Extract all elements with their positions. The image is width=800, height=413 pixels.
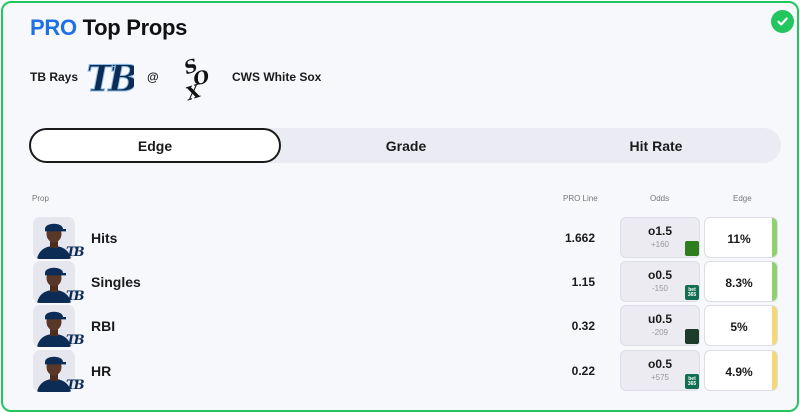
prop-name: HR [91,363,112,379]
prop-row[interactable]: TB RBI 0.32 u0.5 -209 5% [3,305,797,349]
odds-button[interactable]: u0.5 -209 [620,305,700,346]
edge-indicator [772,306,777,345]
prop-row[interactable]: TB Hits 1.662 o1.5 +160 11% [3,217,797,261]
edge-cell: 11% [704,217,778,258]
odds-button[interactable]: o0.5 -150 bet 365 [620,261,700,302]
pro-line-value: 1.662 [564,231,595,245]
odds-line: o0.5 [647,268,672,282]
team-badge-icon: TB [66,289,85,304]
check-icon [771,10,794,33]
draftkings-icon [685,241,699,256]
prop-row[interactable]: TB Singles 1.15 o0.5 -150 bet 365 8.3% [3,261,797,305]
team-badge-icon: TB [66,245,85,260]
edge-value: 8.3% [725,276,753,290]
props-card: PRO Top Props TB Rays TB @ S O X CWS Whi… [1,1,799,412]
header-edge: Edge [733,194,752,203]
team-badge-icon: TB [66,378,85,393]
home-team-name: CWS White Sox [232,70,322,84]
prop-name: Singles [91,274,141,290]
prop-name: Hits [91,230,118,246]
title-pro: PRO [30,15,77,40]
tab-hit-rate[interactable]: Hit Rate [531,128,781,163]
header-prop: Prop [32,194,49,203]
odds-button[interactable]: o1.5 +160 [620,217,700,258]
team-badge-icon: TB [66,333,85,348]
edge-cell: 5% [704,305,778,346]
edge-indicator [772,218,777,257]
edge-cell: 4.9% [704,350,778,391]
header-pro-line: PRO Line [563,194,598,203]
matchup-separator: @ [147,70,159,84]
edge-indicator [772,351,777,390]
bet365-icon: bet 365 [685,285,699,300]
tab-edge[interactable]: Edge [29,128,281,163]
edge-indicator [772,262,777,301]
odds-line: u0.5 [647,312,672,326]
edge-value: 5% [730,320,748,334]
edge-cell: 8.3% [704,261,778,302]
matchup: TB Rays TB @ S O X CWS White Sox [30,55,430,105]
odds-line: o0.5 [647,357,672,371]
pro-line-value: 1.15 [571,275,595,289]
tab-grade[interactable]: Grade [281,128,531,163]
sort-tabs: Edge Grade Hit Rate [29,128,781,163]
prop-name: RBI [91,318,116,334]
svg-text:TB: TB [86,58,134,100]
bet365-icon: bet 365 [685,374,699,389]
rays-logo-icon: TB [86,55,143,103]
away-team-name: TB Rays [30,70,79,84]
fanduel-icon [685,329,699,344]
white-sox-logo-icon: S O X [176,55,216,105]
edge-value: 11% [727,232,751,246]
pro-line-value: 0.32 [571,319,595,333]
title-rest: Top Props [82,15,188,40]
odds-line: o1.5 [647,224,672,238]
prop-row[interactable]: TB HR 0.22 o0.5 +575 bet 365 4.9% [3,350,797,394]
odds-button[interactable]: o0.5 +575 bet 365 [620,350,700,391]
page-title: PRO Top Props [30,15,187,41]
pro-line-value: 0.22 [571,364,595,378]
header-odds: Odds [650,194,670,203]
edge-value: 4.9% [725,365,753,379]
